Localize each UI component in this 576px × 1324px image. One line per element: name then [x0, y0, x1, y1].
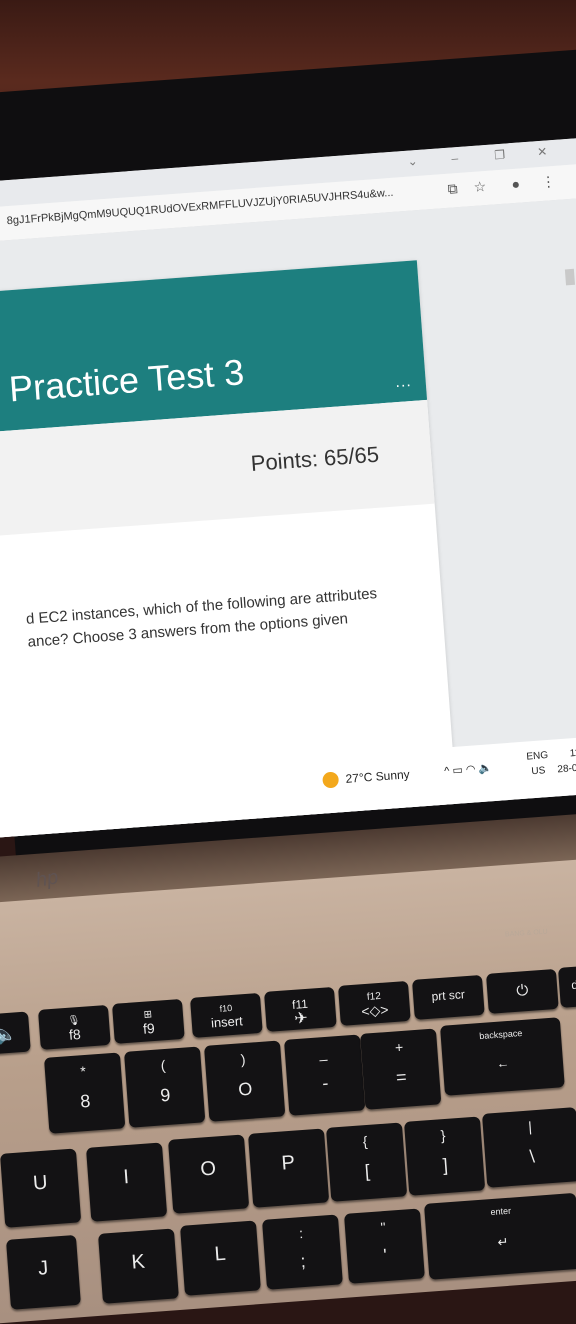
key-semicolon-secondary-label: : [298, 1225, 304, 1242]
key-backspace[interactable]: backspace ← [440, 1017, 565, 1096]
key-prtscr-label: prt scr [431, 987, 466, 1004]
star-icon[interactable]: ☆ [473, 178, 487, 196]
key-semicolon[interactable]: :; [262, 1214, 343, 1290]
key-l[interactable]: L [180, 1220, 261, 1296]
menu-icon[interactable]: ⋮ [541, 173, 556, 191]
key-o[interactable]: O [168, 1134, 250, 1214]
key-f11-label: ✈ [293, 1009, 309, 1028]
key-rbracket-label: ] [442, 1154, 449, 1176]
key-f12[interactable]: f12 <◇> [338, 980, 411, 1026]
key-f7[interactable]: 🔈 [0, 1011, 31, 1055]
key-lbracket-secondary-label: { [362, 1133, 368, 1150]
key-f10[interactable]: f10 insert [190, 992, 263, 1038]
question-text: d EC2 instances, which of the following … [25, 582, 379, 654]
key-power[interactable]: ⏻ [486, 968, 559, 1014]
key-f12-label: <◇> [360, 1001, 389, 1020]
key-equal[interactable]: + = [360, 1028, 442, 1110]
key-i[interactable]: I [86, 1142, 168, 1222]
key-enter-secondary-label: enter [490, 1205, 512, 1218]
key-minus[interactable]: _ - [284, 1034, 366, 1116]
key-del[interactable]: del [558, 965, 576, 1008]
key-9[interactable]: (9 [124, 1046, 206, 1128]
minimize-icon[interactable]: – [451, 151, 459, 165]
key-rbracket-secondary-label: } [440, 1127, 446, 1144]
key-j-label: J [37, 1257, 49, 1280]
restore-icon[interactable]: ❐ [494, 148, 506, 163]
chevron-down-icon[interactable]: ⌄ [407, 154, 418, 169]
page-title: Practice Test 3 [7, 351, 246, 410]
key-quote-label: ' [382, 1244, 388, 1266]
key-9-secondary-label: ( [160, 1057, 166, 1074]
key-equal-secondary-label: + [394, 1038, 404, 1056]
key-f7-label: 🔈 [0, 1023, 18, 1045]
profile-icon[interactable]: ● [511, 176, 521, 193]
key-0-label: O [237, 1078, 253, 1100]
key-quote[interactable]: " ' [344, 1208, 425, 1284]
sun-icon[interactable] [322, 771, 340, 789]
scrollbar-thumb[interactable] [564, 268, 576, 286]
clock[interactable]: 11:13 28-01-2022 [556, 744, 576, 778]
key-enter[interactable]: enter ↵ [424, 1192, 576, 1280]
key-del-label: del [570, 976, 576, 993]
form-page: Practice Test 3 ... Points: 65/65 d EC2 … [0, 197, 576, 839]
key-0[interactable]: ) O [204, 1040, 286, 1122]
close-icon[interactable]: ✕ [537, 144, 548, 159]
key-backslash-label: \ [529, 1146, 536, 1167]
key-prtscr[interactable]: prt scr [412, 974, 485, 1020]
key-k-label: K [130, 1250, 146, 1274]
key-f9[interactable]: ⊞ f9 [112, 998, 185, 1044]
key-rbracket[interactable]: }] [404, 1116, 486, 1196]
key-f8[interactable]: 🎙 f8 [38, 1004, 111, 1050]
key-0-secondary-label: ) [240, 1051, 246, 1068]
key-minus-label: - [321, 1072, 329, 1094]
more-options-icon[interactable]: ... [395, 373, 413, 392]
key-u[interactable]: U [0, 1148, 82, 1228]
key-backspace-label: ← [495, 1055, 510, 1071]
key-l-label: L [213, 1242, 227, 1266]
clock-date: 28-01-2022 [557, 760, 576, 776]
key-quote-secondary-label: " [379, 1219, 387, 1236]
key-enter-label: ↵ [496, 1233, 509, 1250]
laptop-screen: ⌄ – ❐ ✕ 8gJ1FrPkBjMgQmM9UQUQ1RUdOVExRMFF… [0, 138, 576, 839]
key-8-label: 8 [79, 1090, 91, 1112]
language-indicator[interactable]: ENG US [526, 748, 550, 780]
key-k[interactable]: K [98, 1228, 179, 1304]
lang-us: US [531, 765, 546, 778]
key-equal-label: = [395, 1066, 408, 1088]
key-8-secondary-label: * [79, 1062, 87, 1080]
points-score: Points: 65/65 [249, 441, 380, 476]
key-f11[interactable]: f11 ✈ [264, 986, 337, 1032]
key-p[interactable]: P [248, 1128, 330, 1208]
key-p-label: P [280, 1151, 296, 1175]
key-o-label: O [199, 1157, 217, 1181]
key-lbracket-label: [ [364, 1160, 371, 1182]
key-lbracket[interactable]: {[ [326, 1122, 408, 1202]
key-semicolon-label: ; [299, 1250, 307, 1272]
clock-time: 11:13 [569, 746, 576, 760]
key-backslash-secondary-label: | [527, 1118, 533, 1135]
hp-logo: hp [34, 866, 60, 892]
lang-eng: ENG [526, 750, 549, 763]
key-backspace-secondary-label: backspace [478, 1028, 523, 1042]
key-8[interactable]: * 8 [44, 1052, 126, 1134]
weather-widget[interactable]: 27°C Sunny [345, 767, 410, 786]
key-backslash[interactable]: | \ [482, 1107, 576, 1188]
key-i-label: I [122, 1165, 130, 1189]
key-minus-secondary-label: _ [318, 1044, 328, 1062]
key-power-label: ⏻ [515, 981, 529, 1000]
key-j[interactable]: J [6, 1234, 81, 1310]
key-u-label: U [32, 1171, 49, 1195]
system-tray-icons[interactable]: ^ ▭ ◠ 🔈 [444, 761, 493, 777]
key-9-label: 9 [159, 1084, 171, 1106]
share-icon[interactable]: ⧉ [447, 180, 458, 198]
